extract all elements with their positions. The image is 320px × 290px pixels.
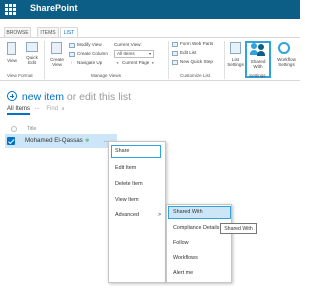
column-header-title[interactable]: Title [27, 126, 36, 132]
submenu-item-workflows[interactable]: Workflows [173, 255, 198, 261]
search-box-label[interactable]: Find [46, 106, 58, 112]
ribbon-divider [224, 41, 225, 79]
view-all-items[interactable]: All Items [7, 106, 31, 115]
current-view-value: All Items [117, 51, 135, 56]
tab-browse[interactable]: BROWSE [4, 27, 31, 37]
current-page-label: Current Page [122, 60, 150, 65]
ribbon-divider [168, 41, 169, 79]
list-settings-button[interactable]: List Settings [226, 57, 245, 67]
new-badge-icon: ✲ [85, 138, 90, 144]
current-view-dropdown[interactable]: All Items ▾ [114, 50, 154, 58]
view-button[interactable]: View [3, 58, 21, 63]
group-label-settings: Settings [249, 73, 266, 78]
submenu-item-follow[interactable]: Follow [173, 240, 189, 246]
form-web-parts-icon [172, 42, 178, 47]
chevron-down-icon: ▾ [148, 51, 151, 56]
list-settings-icon [230, 42, 241, 54]
item-title[interactable]: Mohamed El-Qassas [25, 137, 83, 144]
ribbon-tab-strip: BROWSE ITEMS LIST [0, 27, 300, 37]
shared-with-tooltip: Shared With [220, 223, 257, 234]
menu-item-delete-item[interactable]: Delete Item [115, 181, 143, 187]
new-item-label[interactable]: new item [22, 91, 64, 103]
edit-list-icon [172, 51, 178, 56]
menu-item-view-item[interactable]: View Item [115, 197, 139, 203]
new-quick-step-button[interactable]: New Quick Step [180, 58, 213, 66]
next-page-icon[interactable]: ▸ [152, 59, 154, 67]
navigate-up-button[interactable]: Navigate Up [77, 59, 102, 67]
chevron-right-icon: > [158, 212, 162, 218]
create-view-button[interactable]: Create View [48, 57, 66, 67]
row-checkbox[interactable] [7, 137, 15, 145]
ribbon: View Quick Edit View Format Create View … [0, 37, 300, 81]
table-row[interactable]: Mohamed El-Qassas ✲ ... [5, 134, 117, 148]
group-label-manage-views: Manage Views [91, 73, 122, 78]
view-selector: All Items ··· Find ⌕ [7, 106, 65, 115]
tab-items[interactable]: ITEMS [37, 27, 59, 37]
more-views-icon[interactable]: ··· [35, 106, 40, 112]
group-label-customize-list: Customize List [180, 73, 211, 78]
form-web-parts-button[interactable]: Form Web Parts [180, 40, 213, 48]
edit-list-link[interactable]: or edit this list [67, 91, 131, 103]
new-item-link[interactable]: new item or edit this list [7, 90, 131, 103]
submenu-item-shared-with[interactable]: Shared With [173, 209, 203, 215]
search-icon[interactable]: ⌕ [62, 106, 65, 112]
workflow-settings-button[interactable]: Workflow Settings [273, 57, 300, 67]
submenu-item-compliance-details[interactable]: Compliance Details [173, 225, 219, 231]
current-view-label: Current View: [114, 42, 142, 47]
modify-view-button[interactable]: Modify View [77, 41, 102, 49]
menu-item-advanced[interactable]: Advanced [115, 212, 139, 218]
quick-edit-icon [26, 42, 38, 52]
advanced-submenu: Shared With Compliance Details Follow Wo… [166, 204, 232, 283]
tab-list[interactable]: LIST [60, 27, 78, 37]
ribbon-divider [44, 41, 45, 79]
edit-list-button[interactable]: Edit List [180, 49, 196, 57]
suite-bar: SharePoint [0, 0, 300, 19]
workflow-settings-icon [278, 42, 290, 54]
app-title[interactable]: SharePoint [30, 3, 78, 13]
navigate-up-icon: ↑ [70, 60, 73, 65]
select-all-checkbox[interactable] [11, 126, 17, 132]
item-context-menu: Share Edit Item Delete Item View Item Ad… [108, 141, 166, 283]
view-icon [7, 42, 16, 55]
create-view-icon [51, 42, 62, 54]
app-launcher-icon[interactable] [5, 4, 16, 15]
previous-page-icon[interactable]: ◂ [116, 59, 118, 67]
menu-item-share[interactable]: Share [115, 148, 129, 154]
submenu-item-alert-me[interactable]: Alert me [173, 270, 193, 276]
new-quick-step-icon [172, 60, 178, 65]
create-column-icon [69, 52, 75, 57]
create-column-button[interactable]: Create Column [77, 50, 108, 58]
plus-circle-icon [7, 91, 17, 101]
group-label-view-format: View Format [7, 73, 33, 78]
menu-item-edit-item[interactable]: Edit Item [115, 165, 136, 171]
modify-view-icon [69, 43, 75, 48]
quick-edit-button[interactable]: Quick Edit [22, 55, 42, 65]
